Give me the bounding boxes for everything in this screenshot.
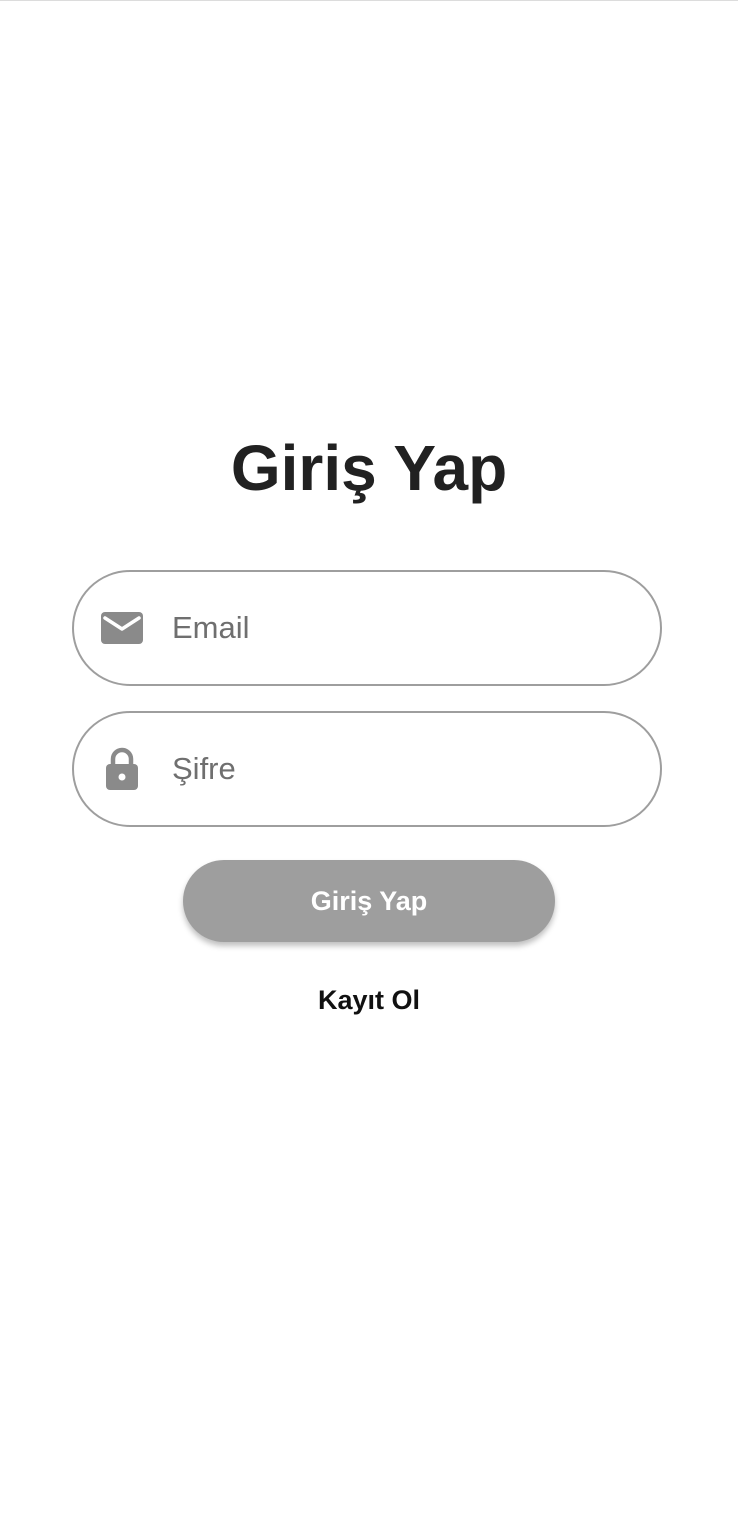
lock-icon xyxy=(100,747,144,791)
password-input[interactable] xyxy=(172,713,632,825)
password-field-container[interactable] xyxy=(72,711,662,827)
top-divider xyxy=(0,0,738,1)
page-title: Giriş Yap xyxy=(230,432,508,504)
email-input[interactable] xyxy=(172,572,632,684)
email-field-container[interactable] xyxy=(72,570,662,686)
login-button[interactable]: Giriş Yap xyxy=(183,860,555,942)
register-link[interactable]: Kayıt Ol xyxy=(0,980,738,1020)
mail-icon xyxy=(100,606,144,650)
